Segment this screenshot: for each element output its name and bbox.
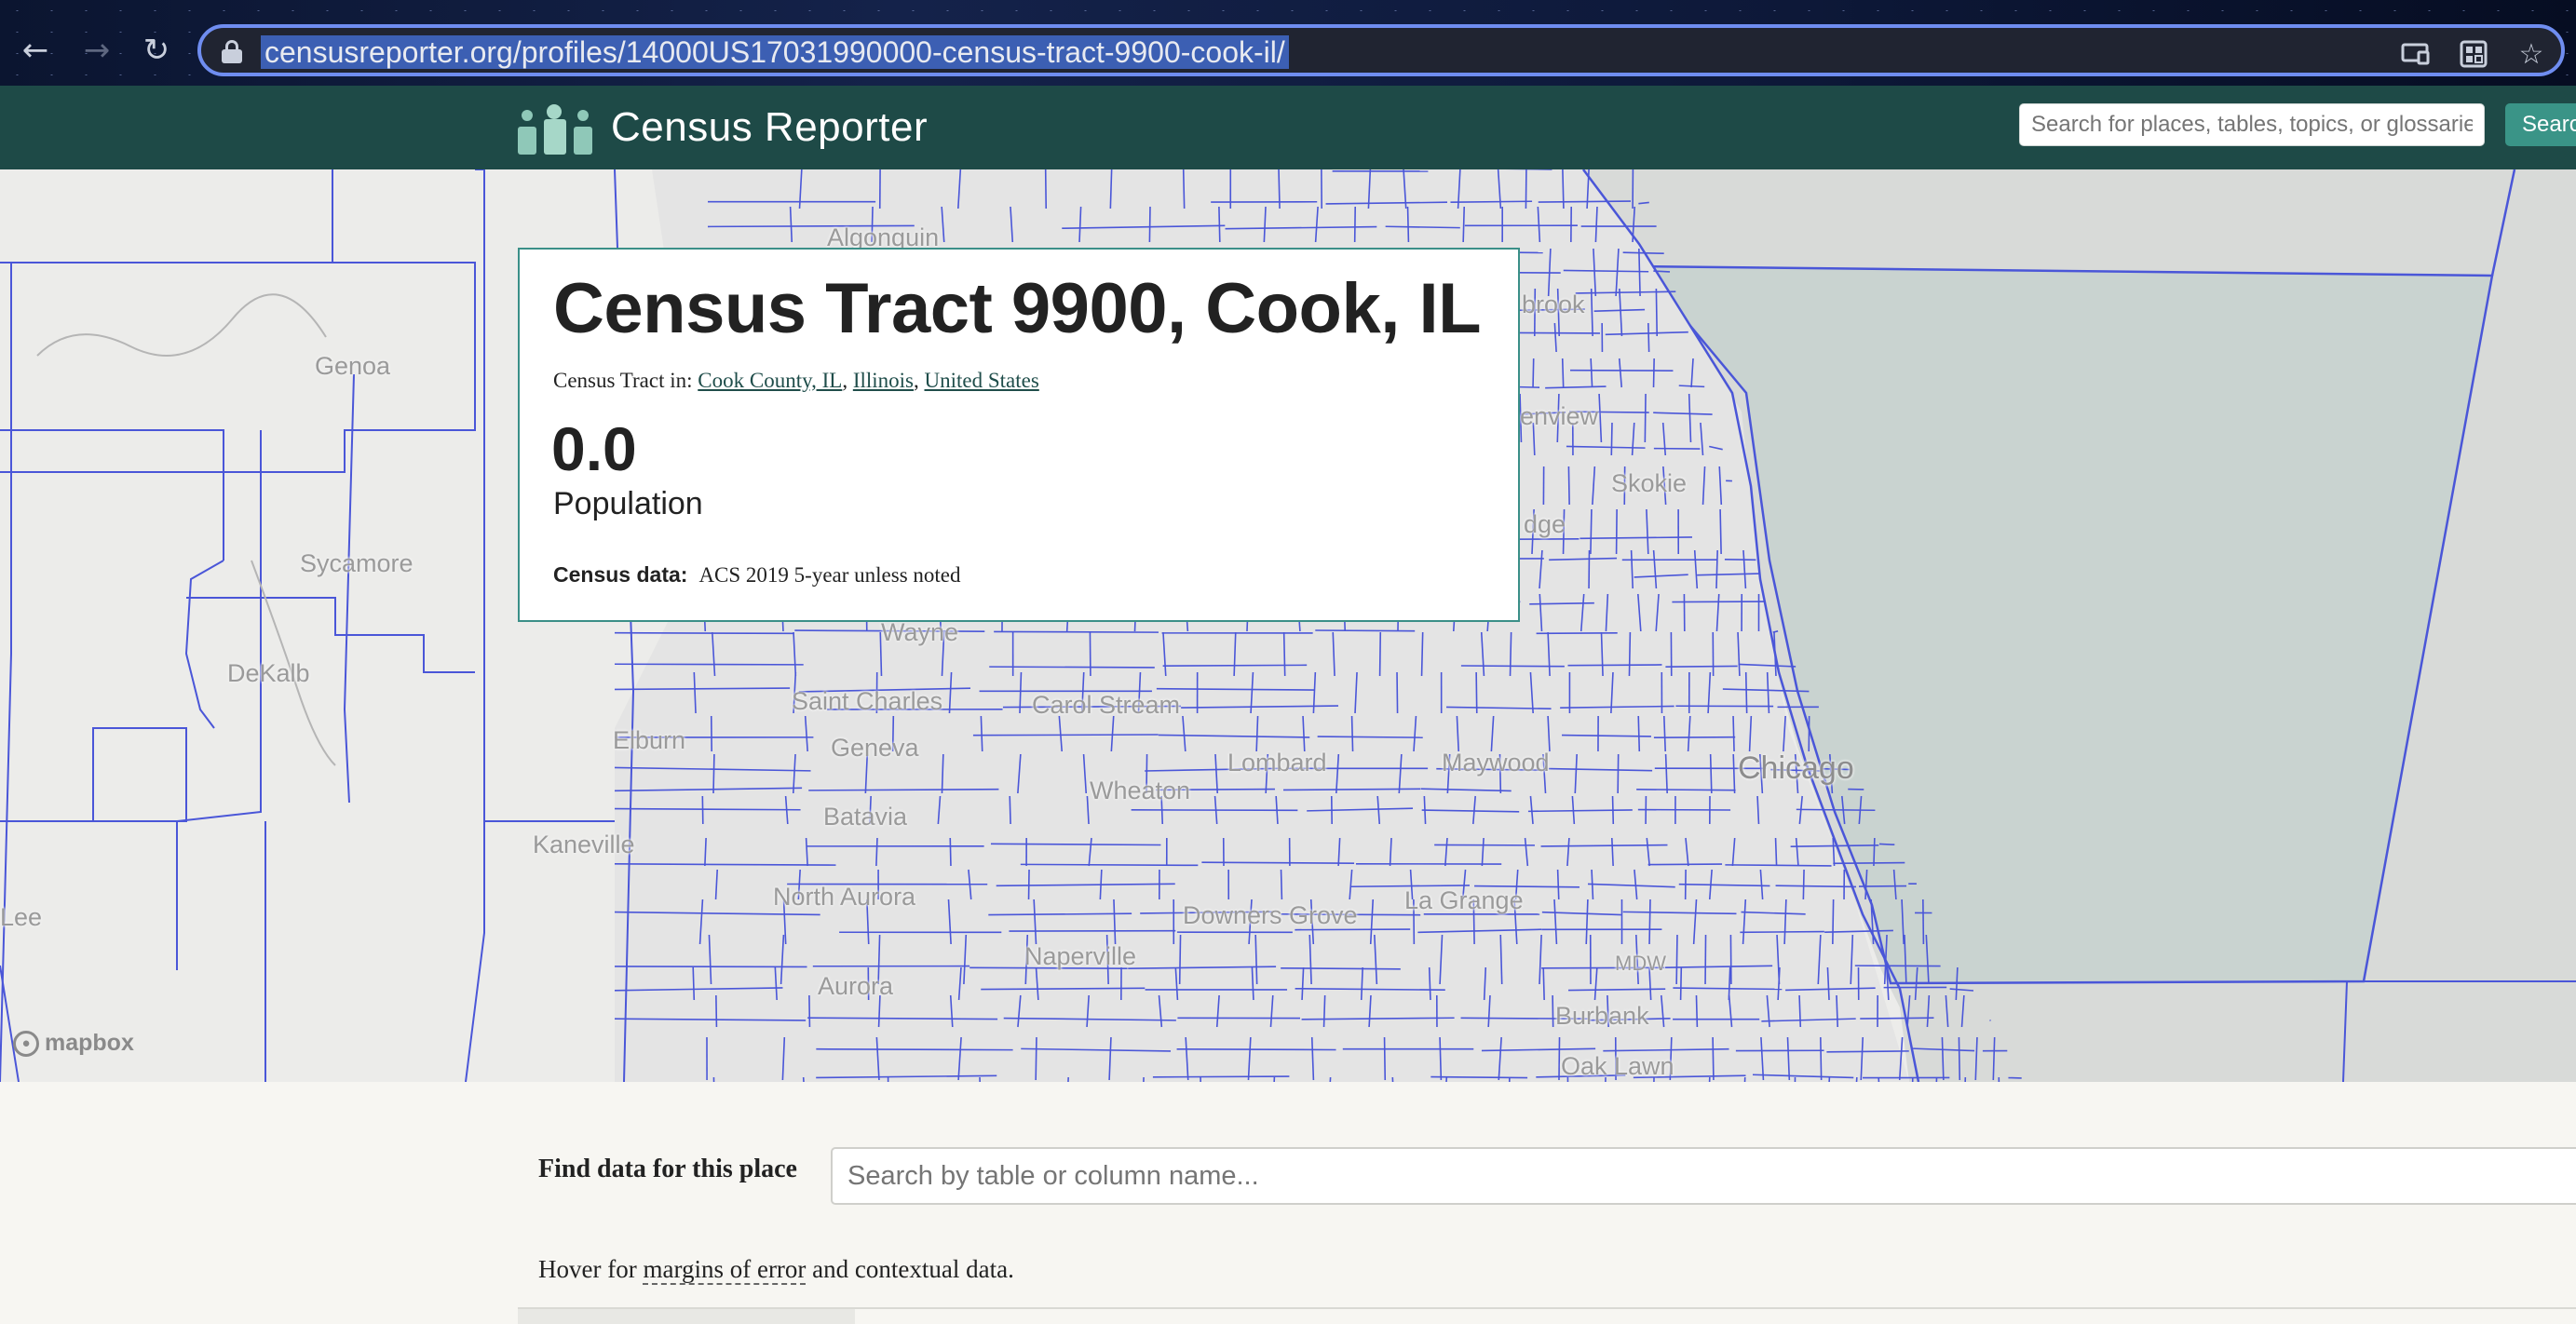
hover-note-suffix: and contextual data. xyxy=(806,1255,1014,1283)
parent-link-state[interactable]: Illinois xyxy=(853,369,914,392)
browser-toolbar: ← → ↻ censusreporter.org/profiles/14000U… xyxy=(0,0,2576,86)
map-label-chicago: Chicago xyxy=(1738,750,1854,786)
census-data-value: ACS 2019 5-year unless noted xyxy=(698,563,961,587)
section-tabs xyxy=(518,1307,2576,1324)
map-label-wheaton: Wheaton xyxy=(1090,777,1191,804)
map-label-midway: MDW xyxy=(1615,952,1666,975)
star-icon[interactable]: ☆ xyxy=(2515,37,2548,71)
census-data-label: Census data: xyxy=(553,562,688,587)
site-header: Census Reporter Search xyxy=(0,86,2576,169)
address-bar[interactable]: censusreporter.org/profiles/14000US17031… xyxy=(197,24,2565,76)
lock-icon[interactable] xyxy=(222,40,242,63)
url-text[interactable]: censusreporter.org/profiles/14000US17031… xyxy=(261,35,1289,69)
site-search-input[interactable] xyxy=(2019,103,2485,146)
find-data-label: Find data for this place xyxy=(538,1155,797,1183)
margins-of-error-link[interactable]: margins of error xyxy=(643,1255,807,1285)
profile-card: Census Tract 9900, Cook, IL Census Tract… xyxy=(518,248,1520,622)
map-label-naperville: Naperville xyxy=(1024,942,1137,970)
reload-icon[interactable]: ↻ xyxy=(130,24,183,76)
map-label-northbrook: brook xyxy=(1522,290,1585,318)
population-value: 0.0 xyxy=(551,414,637,483)
back-icon[interactable]: ← xyxy=(9,24,61,76)
site-search-button[interactable]: Search xyxy=(2505,103,2576,146)
site-title[interactable]: Census Reporter xyxy=(611,101,928,154)
map-label-dekalb: DeKalb xyxy=(227,659,310,687)
map-label-oak-lawn: Oak Lawn xyxy=(1561,1052,1674,1080)
map-label-carol-stream: Carol Stream xyxy=(1032,691,1181,719)
map-label-saint-charles: Saint Charles xyxy=(792,687,943,715)
map-label-burbank: Burbank xyxy=(1555,1002,1649,1030)
map-label-la-grange: La Grange xyxy=(1404,886,1524,914)
parents-prefix: Census Tract in: xyxy=(553,369,693,392)
map-label-kaneville: Kaneville xyxy=(533,831,635,858)
hover-note: Hover for margins of error and contextua… xyxy=(538,1255,1014,1285)
mapbox-attribution[interactable]: ● mapbox xyxy=(13,1030,134,1057)
page-title: Census Tract 9900, Cook, IL xyxy=(553,269,1482,348)
map-label-downers-grove: Downers Grove xyxy=(1183,901,1358,929)
parent-link-nation[interactable]: United States xyxy=(925,369,1039,392)
map-label-lee: Lee xyxy=(0,903,43,931)
map-label-north-aurora: North Aurora xyxy=(773,883,916,911)
parent-geographies: Census Tract in: Cook County, IL, Illino… xyxy=(553,369,1039,392)
map-label-skokie: Skokie xyxy=(1611,469,1688,497)
map-label-park-ridge: dge xyxy=(1524,510,1566,538)
population-label: Population xyxy=(553,486,703,521)
mapbox-text: mapbox xyxy=(45,1030,134,1056)
parent-link-county[interactable]: Cook County, IL xyxy=(698,369,842,392)
map-label-batavia: Batavia xyxy=(823,803,908,831)
section-tab[interactable] xyxy=(518,1309,855,1324)
hover-note-prefix: Hover for xyxy=(538,1255,644,1283)
census-data-release: Census data: ACS 2019 5-year unless noted xyxy=(553,562,961,588)
map-label-glenview: enview xyxy=(1520,402,1599,430)
forward-icon[interactable]: → xyxy=(71,24,123,76)
map-label-sycamore: Sycamore xyxy=(300,549,414,577)
map-label-aurora: Aurora xyxy=(818,972,894,1000)
table-search-input[interactable] xyxy=(831,1147,2576,1205)
map-label-maywood: Maywood xyxy=(1442,749,1550,777)
cast-icon[interactable] xyxy=(2399,37,2433,71)
map-label-elburn: Elburn xyxy=(613,726,686,754)
map-label-lombard: Lombard xyxy=(1227,749,1327,777)
census-reporter-logo-icon[interactable] xyxy=(518,104,598,155)
extensions-icon[interactable] xyxy=(2457,37,2490,71)
map-label-wayne: Wayne xyxy=(881,618,959,646)
map-label-geneva: Geneva xyxy=(831,734,919,762)
map-label-genoa: Genoa xyxy=(315,352,391,380)
mapbox-logo-icon: ● xyxy=(13,1030,39,1057)
